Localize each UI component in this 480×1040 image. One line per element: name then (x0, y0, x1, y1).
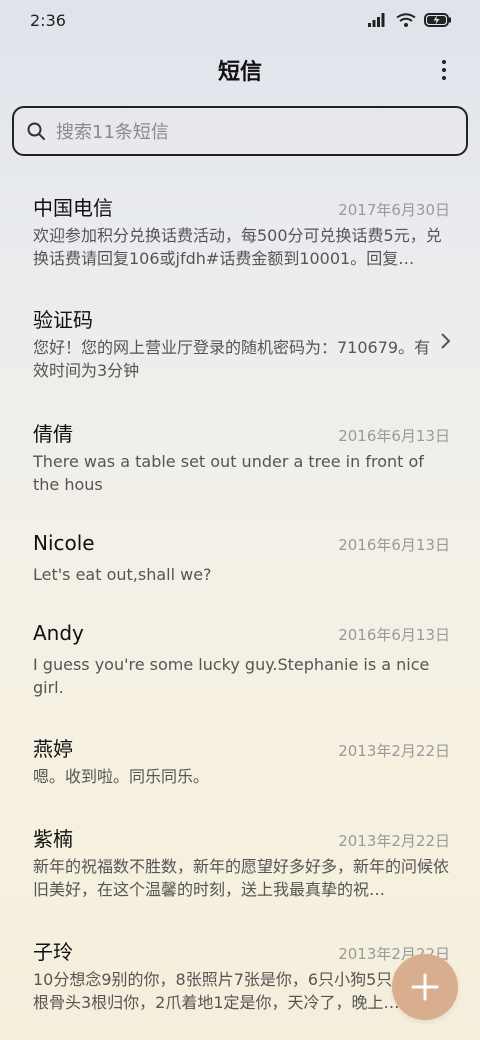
message-date: 2016年6月13日 (338, 536, 450, 554)
message-preview: 欢迎参加积分兑换话费活动，每500分可兑换话费5元，兑换话费请回复106或jfd… (33, 226, 442, 268)
status-bar: 2:36 (0, 0, 480, 40)
search-input[interactable]: 搜索11条短信 (12, 106, 468, 156)
message-date: 2016年6月13日 (338, 626, 450, 644)
message-preview: 10分想念9别的你，8张照片7张是你，6只小狗5只是你，4根骨头3根归你，2爪着… (33, 970, 451, 1012)
message-date: 2013年2月22日 (338, 832, 450, 850)
status-time: 2:36 (30, 10, 66, 30)
message-date: 2017年6月30日 (338, 201, 450, 219)
message-preview: I guess you're some lucky guy.Stephanie … (33, 655, 430, 697)
message-preview: Let's eat out,shall we? (33, 565, 212, 584)
message-item[interactable]: Andy 2016年6月13日 I guess you're some luck… (0, 599, 480, 711)
message-item[interactable]: Nicole 2016年6月13日 Let's eat out,shall we… (0, 509, 480, 599)
search-placeholder: 搜索11条短信 (56, 122, 169, 143)
message-item[interactable]: 紫楠 2013年2月22日 新年的祝福数不胜数，新年的愿望好多好多，新年的问候依… (0, 801, 480, 914)
message-date: 2016年6月13日 (338, 427, 450, 445)
more-options-button[interactable] (434, 56, 454, 84)
sender-name: 中国电信 (33, 196, 113, 220)
message-item[interactable]: 验证码 您好！您的网上营业厅登录的随机密码为：710679。有效时间为3分钟 (0, 282, 480, 396)
app-header: 短信 (0, 48, 480, 92)
sender-name: 倩倩 (33, 422, 73, 446)
signal-icon (368, 13, 385, 27)
more-vert-icon (442, 60, 446, 64)
status-icons (368, 13, 452, 27)
sender-name: 子玲 (33, 940, 73, 964)
sender-name: Nicole (33, 531, 95, 555)
message-item[interactable]: 燕婷 2013年2月22日 嗯。收到啦。同乐同乐。 (0, 711, 480, 801)
wifi-icon (396, 13, 416, 27)
page-title: 短信 (217, 60, 262, 85)
sender-name: 紫楠 (33, 827, 73, 851)
message-list: 中国电信 2017年6月30日 欢迎参加积分兑换话费活动，每500分可兑换话费5… (0, 170, 480, 1026)
message-preview: 新年的祝福数不胜数，新年的愿望好多好多，新年的问候依旧美好，在这个温馨的时刻，送… (33, 857, 450, 899)
plus-icon (411, 973, 439, 1001)
search-icon (27, 122, 45, 140)
message-date: 2013年2月22日 (338, 742, 450, 760)
message-preview: 嗯。收到啦。同乐同乐。 (33, 767, 210, 786)
message-preview: 您好！您的网上营业厅登录的随机密码为：710679。有效时间为3分钟 (33, 338, 431, 380)
sender-name: 验证码 (33, 308, 93, 332)
message-preview: There was a table set out under a tree i… (33, 452, 424, 494)
new-message-button[interactable] (392, 954, 458, 1020)
message-item[interactable]: 中国电信 2017年6月30日 欢迎参加积分兑换话费活动，每500分可兑换话费5… (0, 170, 480, 282)
battery-charging-icon (424, 13, 451, 27)
chevron-right-icon (441, 333, 451, 349)
sender-name: 燕婷 (33, 737, 73, 761)
message-item[interactable]: 倩倩 2016年6月13日 There was a table set out … (0, 396, 480, 509)
sender-name: Andy (33, 621, 84, 645)
